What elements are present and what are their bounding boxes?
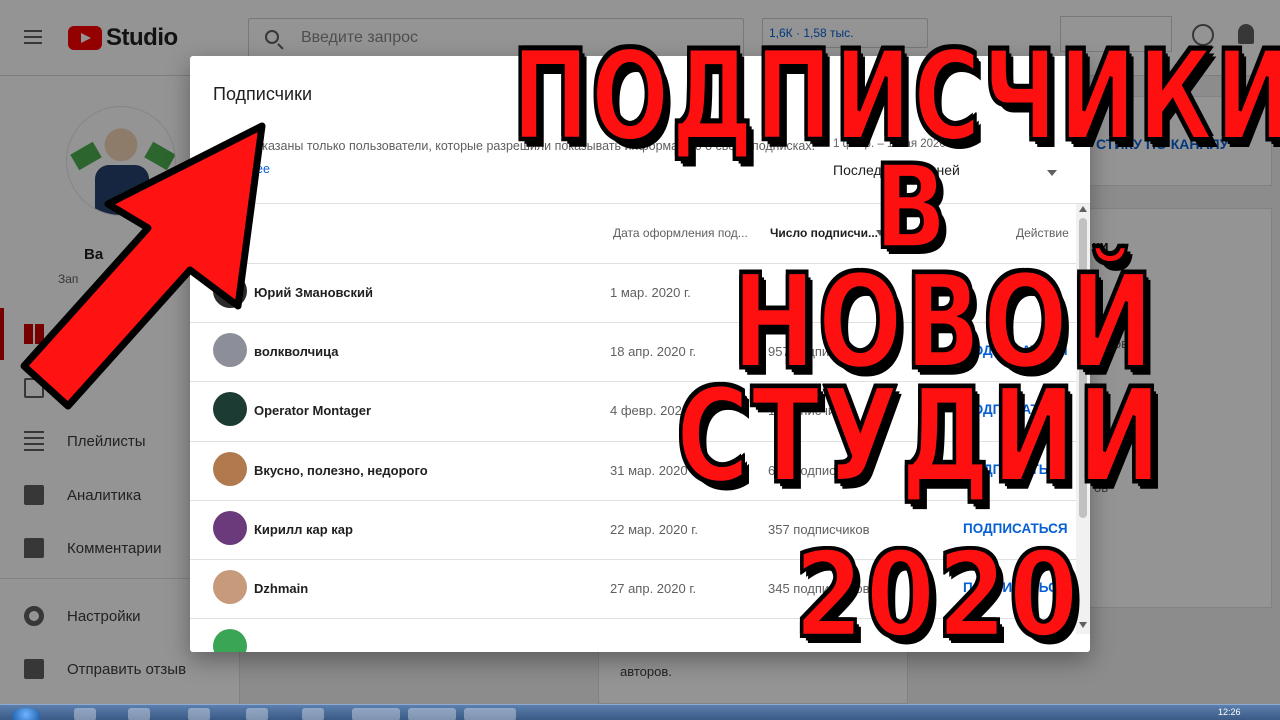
table-row: волкволчица 18 апр. 2020 г. 957 подписчико… xyxy=(190,323,1076,383)
taskbar-app-icon[interactable] xyxy=(128,708,150,720)
subscriber-avatar[interactable] xyxy=(213,510,247,545)
scrollbar[interactable] xyxy=(1076,204,1090,634)
period-dropdown[interactable]: Последние 90 дней xyxy=(833,162,1063,190)
dialog-note: указаны только пользователи, которые раз… xyxy=(256,139,816,153)
chevron-down-icon xyxy=(1047,170,1057,176)
scroll-down-icon[interactable] xyxy=(1079,622,1087,628)
column-subscribers[interactable]: Число подписчи... xyxy=(770,226,878,240)
taskbar-app-icon[interactable] xyxy=(246,708,268,720)
scroll-thumb[interactable] xyxy=(1079,218,1087,518)
table-row xyxy=(190,619,1076,652)
os-taskbar: 12:26 xyxy=(0,704,1280,720)
subscriber-name[interactable]: Вкусно, полезно, недорого xyxy=(254,463,428,478)
column-date[interactable]: Дата оформления под... xyxy=(613,226,748,240)
subscriber-count: 345 подписчиков xyxy=(768,580,870,596)
taskbar-window-button[interactable] xyxy=(352,708,400,720)
subscriber-count: 957 подписчиков xyxy=(768,344,870,360)
taskbar-window-button[interactable] xyxy=(408,708,456,720)
subscriber-count: 1 подписчик xyxy=(768,403,841,419)
column-action: Действие xyxy=(1016,226,1069,240)
subscribe-date: 1 мар. 2020 г. xyxy=(610,285,691,300)
scroll-up-icon[interactable] xyxy=(1079,206,1087,212)
subscribe-date: 18 апр. 2020 г. xyxy=(610,344,697,360)
taskbar-app-icon[interactable] xyxy=(302,708,324,720)
taskbar-clock: 12:26 xyxy=(1218,707,1241,717)
table-row: Dzhmain 27 апр. 2020 г. 345 подписчиков ПОД… xyxy=(190,560,1076,620)
subscribers-dialog: Подписчики указаны только пользователи, … xyxy=(190,56,1090,652)
table-header: Дата оформления под... Число подписчи...… xyxy=(190,204,1076,264)
subscribe-button[interactable]: ПОДПИСАТЬСЯ xyxy=(963,521,1068,536)
period-value: Последние 90 дней xyxy=(833,162,960,178)
pointer-arrow-graphic xyxy=(20,122,266,410)
sort-arrow-icon[interactable] xyxy=(876,230,884,236)
subscriber-count: 657 подписчиков xyxy=(768,462,870,478)
subscriber-count: 357 подписчиков xyxy=(768,521,870,537)
table-row: Operator Montager 4 февр. 2020 г. 1 подпис… xyxy=(190,382,1076,442)
subscriber-avatar[interactable] xyxy=(213,569,247,604)
taskbar-app-icon[interactable] xyxy=(188,708,210,720)
subscribe-button[interactable]: ПОДПИСАТЬСЯ xyxy=(963,402,1068,417)
subscribe-button[interactable]: ПОДПИСАТЬСЯ xyxy=(963,580,1068,595)
taskbar-window-button[interactable] xyxy=(464,708,516,720)
subscriber-name[interactable]: Dzhmain xyxy=(254,581,308,596)
subscribe-date: 27 апр. 2020 г. xyxy=(610,580,697,596)
arrow-shape xyxy=(20,122,266,410)
table-row: Юрий Змановский 1 мар. 2020 г. xyxy=(190,264,1076,324)
subscriber-name[interactable]: Кирилл кар кар xyxy=(254,522,353,537)
subscribe-date: 31 мар. 2020 г. xyxy=(610,462,698,478)
taskbar-app-icon[interactable] xyxy=(74,708,96,720)
table-row: Кирилл кар кар 22 мар. 2020 г. 357 подписч… xyxy=(190,501,1076,560)
subscribe-button[interactable]: ПОДПИСАТЬСЯ xyxy=(963,343,1068,358)
table-body: Юрий Змановский 1 мар. 2020 г. волкволчица… xyxy=(190,264,1076,652)
start-button-icon[interactable] xyxy=(12,708,40,720)
subscribe-button[interactable]: ПОДПИСАТЬСЯ xyxy=(963,462,1068,477)
subscriber-avatar[interactable] xyxy=(213,629,247,652)
date-range: 1 февр. – 1 мая 2020 г. xyxy=(833,138,956,150)
subscribe-date: 4 февр. 2020 г. xyxy=(610,403,700,419)
subscribe-date: 22 мар. 2020 г. xyxy=(610,521,698,537)
subscriber-avatar[interactable] xyxy=(213,451,247,486)
table-row: Вкусно, полезно, недорого 31 мар. 2020 г.… xyxy=(190,442,1076,501)
